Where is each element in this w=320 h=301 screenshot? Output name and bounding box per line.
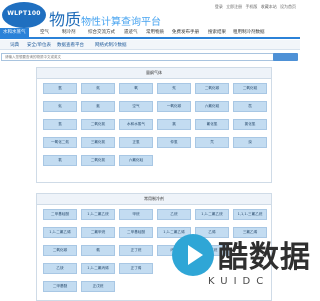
- substance-cell[interactable]: 氙: [233, 101, 267, 112]
- sub-nav-item[interactable]: 词典: [10, 42, 19, 48]
- substance-cell[interactable]: 氩: [43, 83, 77, 94]
- substance-cell[interactable]: 氮: [81, 83, 115, 94]
- top-link[interactable]: 登录: [215, 4, 223, 9]
- substance-cell[interactable]: 1,1,1-三氟乙烷: [233, 209, 267, 220]
- substance-cell[interactable]: 二氧化氮: [81, 155, 115, 166]
- substance-cell[interactable]: 六氟化硫: [195, 101, 229, 112]
- top-link[interactable]: 立即注册: [226, 4, 242, 9]
- panel-gases: 量纲气体 氩 氮 氧 氖 二氧化碳 二氧化硫 氦 氪 空气 一氧化碳 六氟化硫 …: [36, 67, 272, 183]
- substance-cell[interactable]: 氦: [43, 101, 77, 112]
- substance-cell[interactable]: 二甲基硅醚: [43, 209, 77, 220]
- top-link[interactable]: 手机版: [245, 4, 257, 9]
- substance-cell[interactable]: 六氟化硅: [119, 155, 153, 166]
- substance-cell[interactable]: 正戊烷: [81, 281, 115, 292]
- substance-cell[interactable]: 二氧化硫: [233, 83, 267, 94]
- main-nav-item-rent[interactable]: 租用制冷剂数据: [233, 29, 265, 35]
- substance-cell[interactable]: 二氧化碳: [195, 83, 229, 94]
- substance-cell[interactable]: 氧: [119, 83, 153, 94]
- substance-cell[interactable]: 氯: [157, 119, 191, 130]
- substance-cell[interactable]: 乙烷: [157, 209, 191, 220]
- watermark-sub: KUIDC: [208, 276, 270, 287]
- substance-cell[interactable]: 氪: [81, 101, 115, 112]
- substance-cell[interactable]: 二氧化碳: [43, 245, 77, 256]
- watermark-text: 酷数据: [218, 240, 311, 275]
- substance-cell[interactable]: 正丁烯: [119, 263, 153, 274]
- substance-cell[interactable]: 溴: [233, 137, 267, 148]
- substance-cell[interactable]: 1,1-二氟丙烯: [81, 263, 115, 274]
- substance-cell[interactable]: 氨: [81, 245, 115, 256]
- substance-cell[interactable]: 水和水蒸气: [119, 119, 153, 130]
- main-nav-item-search[interactable]: 搜索结果: [208, 29, 226, 35]
- substance-cell[interactable]: 三氟化氮: [81, 137, 115, 148]
- substance-cell[interactable]: 一氧化碳: [157, 101, 191, 112]
- substance-cell[interactable]: 氘: [195, 137, 229, 148]
- main-nav-item-air[interactable]: 空气: [40, 29, 49, 35]
- substance-cell[interactable]: 氟化氢: [195, 119, 229, 130]
- main-nav-item-refrigerant[interactable]: 制冷剂: [62, 29, 76, 35]
- panel-title: 量纲气体: [37, 68, 271, 79]
- main-nav-item-exchange[interactable]: 综合交流方式: [88, 29, 115, 35]
- substance-cell[interactable]: 氯化氢: [233, 119, 267, 130]
- substance-cell[interactable]: 二甲基醚: [43, 281, 77, 292]
- substance-cell[interactable]: 一氧化二氮: [43, 137, 77, 148]
- top-links: 登录 立即注册 手机版 收藏本站 设为首页: [213, 4, 296, 10]
- main-nav-item-gas[interactable]: 遗迹气: [124, 29, 138, 35]
- sub-nav-item[interactable]: 网络式制冷数据: [95, 42, 127, 48]
- sub-nav: 词典 安全/单位表 数据查看平台 网络式制冷数据: [0, 40, 300, 50]
- substance-cell[interactable]: 1,1-二氟乙烷: [81, 209, 115, 220]
- logo[interactable]: WLPT100: [2, 2, 46, 28]
- site-title-main: 物质: [49, 10, 82, 29]
- sub-nav-item[interactable]: 安全/单位表: [27, 42, 51, 48]
- main-nav-item-common[interactable]: 常用物质: [146, 29, 164, 35]
- substance-cell[interactable]: 甲烷: [119, 209, 153, 220]
- play-icon: [172, 234, 214, 276]
- site-title-sub: 物性计算查询平台: [81, 17, 162, 28]
- substance-cell[interactable]: 乙炔: [43, 263, 77, 274]
- header: WLPT100 物质物性计算查询平台 登录 立即注册 手机版 收藏本站 设为首页: [0, 0, 300, 30]
- substance-cell[interactable]: 空气: [119, 101, 153, 112]
- watermark: 酷数据 KUIDC: [168, 226, 310, 298]
- main-nav-item-publish[interactable]: 免费发布手册: [172, 29, 199, 35]
- search-input[interactable]: 请输入您想要查询的物质中文或英文: [1, 53, 274, 61]
- substance-cell[interactable]: 二氧化氮: [81, 119, 115, 130]
- substance-cell[interactable]: 正氢: [119, 137, 153, 148]
- panel-title: 常用制冷剂: [37, 194, 271, 205]
- main-nav-item-water[interactable]: 水和水蒸气: [0, 28, 29, 37]
- substance-cell[interactable]: 1,1-二氟乙烷: [195, 209, 229, 220]
- site-title: 物质物性计算查询平台: [49, 6, 161, 30]
- substance-cell[interactable]: 氢: [43, 119, 77, 130]
- substance-cell[interactable]: 1,1-二氟乙烯: [43, 227, 77, 238]
- logo-text: WLPT100: [7, 10, 41, 17]
- substance-cell[interactable]: 正丁烷: [119, 245, 153, 256]
- substance-cell[interactable]: 仲氢: [157, 137, 191, 148]
- search-button[interactable]: [273, 53, 298, 61]
- substance-cell[interactable]: 氡: [43, 155, 77, 166]
- main-nav: 水和水蒸气 空气 制冷剂 综合交流方式 遗迹气 常用物质 免费发布手册 搜索结果…: [0, 28, 300, 39]
- substance-cell[interactable]: 氖: [157, 83, 191, 94]
- top-link[interactable]: 设为首页: [280, 4, 296, 9]
- substance-cell[interactable]: 二氟甲烷: [81, 227, 115, 238]
- sub-nav-item[interactable]: 数据查看平台: [57, 42, 84, 48]
- top-link[interactable]: 收藏本站: [261, 4, 277, 9]
- substance-cell[interactable]: 二甲基硅醚: [119, 227, 153, 238]
